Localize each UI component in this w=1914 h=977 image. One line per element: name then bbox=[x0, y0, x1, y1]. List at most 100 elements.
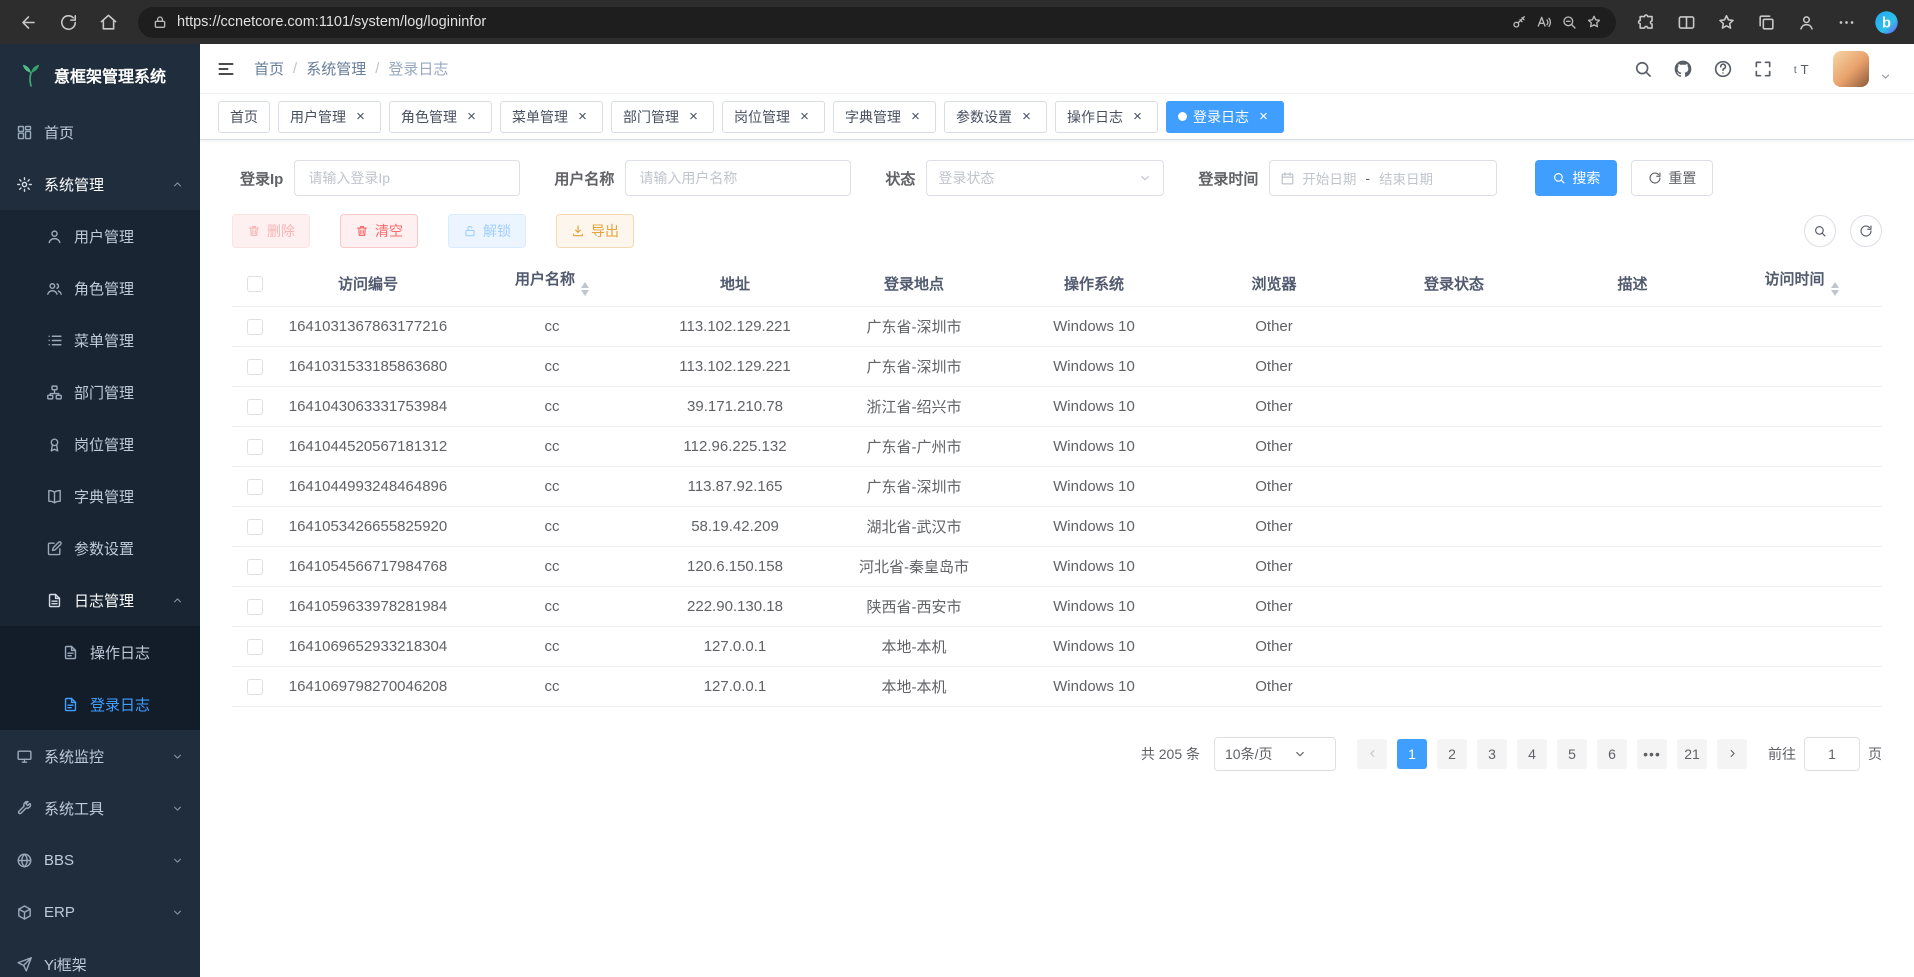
row-checkbox[interactable] bbox=[247, 319, 263, 335]
sidebar-item-operation-log[interactable]: 操作日志 bbox=[0, 626, 200, 678]
fullscreen-icon[interactable] bbox=[1753, 59, 1773, 79]
tab-item[interactable]: 字典管理× bbox=[833, 101, 936, 133]
row-checkbox[interactable] bbox=[247, 599, 263, 615]
sidebar-item-user-management[interactable]: 用户管理 bbox=[0, 210, 200, 262]
search-button[interactable]: 搜索 bbox=[1535, 160, 1617, 196]
zoom-out-icon[interactable] bbox=[1561, 14, 1577, 30]
github-icon[interactable] bbox=[1673, 59, 1693, 79]
row-checkbox[interactable] bbox=[247, 399, 263, 415]
delete-button[interactable]: 删除 bbox=[232, 214, 310, 248]
chevron-down-icon[interactable] bbox=[1879, 70, 1892, 83]
toggle-search-button[interactable] bbox=[1804, 215, 1836, 247]
browser-back-icon[interactable] bbox=[10, 5, 46, 39]
browser-refresh-icon[interactable] bbox=[50, 5, 86, 39]
status-filter-select[interactable]: 登录状态 bbox=[926, 160, 1164, 196]
user-avatar[interactable] bbox=[1833, 51, 1869, 87]
page-button[interactable]: 5 bbox=[1557, 739, 1587, 769]
row-checkbox[interactable] bbox=[247, 559, 263, 575]
close-tab-icon[interactable]: × bbox=[685, 108, 702, 125]
sidebar-item-system-management[interactable]: 系统管理 bbox=[0, 158, 200, 210]
page-size-select[interactable]: 10条/页 bbox=[1214, 737, 1336, 771]
row-checkbox[interactable] bbox=[247, 479, 263, 495]
page-button[interactable]: 1 bbox=[1397, 739, 1427, 769]
breadcrumb-item[interactable]: 系统管理 bbox=[306, 58, 366, 79]
page-button[interactable]: 2 bbox=[1437, 739, 1467, 769]
tab-item[interactable]: 登录日志× bbox=[1166, 101, 1284, 133]
row-checkbox[interactable] bbox=[247, 639, 263, 655]
close-tab-icon[interactable]: × bbox=[1018, 108, 1035, 125]
tab-item[interactable]: 菜单管理× bbox=[500, 101, 603, 133]
tab-item[interactable]: 操作日志× bbox=[1055, 101, 1158, 133]
clear-button[interactable]: 清空 bbox=[340, 214, 418, 248]
sidebar-item-bbs[interactable]: BBS bbox=[0, 834, 200, 886]
favorites-icon[interactable] bbox=[1708, 5, 1744, 39]
row-checkbox[interactable] bbox=[247, 359, 263, 375]
close-tab-icon[interactable]: × bbox=[463, 108, 480, 125]
password-key-icon[interactable] bbox=[1511, 14, 1527, 30]
breadcrumb-item[interactable]: 首页 bbox=[254, 58, 284, 79]
unlock-button[interactable]: 解锁 bbox=[448, 214, 526, 248]
sidebar-item-yi-framework[interactable]: Yi框架 bbox=[0, 938, 200, 977]
sidebar-item-log-management[interactable]: 日志管理 bbox=[0, 574, 200, 626]
sidebar-item-menu-management[interactable]: 菜单管理 bbox=[0, 314, 200, 366]
row-checkbox[interactable] bbox=[247, 679, 263, 695]
browser-menu-icon[interactable] bbox=[1828, 5, 1864, 39]
close-tab-icon[interactable]: × bbox=[796, 108, 813, 125]
sidebar-item-dict-management[interactable]: 字典管理 bbox=[0, 470, 200, 522]
sidebar-item-param-settings[interactable]: 参数设置 bbox=[0, 522, 200, 574]
page-button[interactable]: 4 bbox=[1517, 739, 1547, 769]
sidebar-item-dept-management[interactable]: 部门管理 bbox=[0, 366, 200, 418]
row-checkbox[interactable] bbox=[247, 519, 263, 535]
sidebar-item-role-management[interactable]: 角色管理 bbox=[0, 262, 200, 314]
add-favorite-icon[interactable] bbox=[1586, 14, 1602, 30]
browser-profile-icon[interactable] bbox=[1788, 5, 1824, 39]
tab-item[interactable]: 首页 bbox=[218, 101, 270, 133]
close-tab-icon[interactable]: × bbox=[1129, 108, 1146, 125]
tab-item[interactable]: 用户管理× bbox=[278, 101, 381, 133]
close-tab-icon[interactable]: × bbox=[907, 108, 924, 125]
prev-page-button[interactable] bbox=[1357, 739, 1387, 769]
export-button[interactable]: 导出 bbox=[556, 214, 634, 248]
refresh-table-button[interactable] bbox=[1850, 215, 1882, 247]
close-tab-icon[interactable]: × bbox=[1255, 108, 1272, 125]
sidebar-item-home[interactable]: 首页 bbox=[0, 106, 200, 158]
sort-caret[interactable] bbox=[1831, 278, 1839, 300]
sort-caret[interactable] bbox=[581, 278, 589, 300]
app-logo[interactable]: 意框架管理系统 bbox=[0, 44, 200, 106]
reset-button[interactable]: 重置 bbox=[1631, 160, 1713, 196]
tab-item[interactable]: 岗位管理× bbox=[722, 101, 825, 133]
search-icon[interactable] bbox=[1633, 59, 1653, 79]
close-tab-icon[interactable]: × bbox=[574, 108, 591, 125]
sidebar-item-system-monitor[interactable]: 系统监控 bbox=[0, 730, 200, 782]
collapse-sidebar-icon[interactable] bbox=[216, 59, 236, 79]
split-screen-icon[interactable] bbox=[1668, 5, 1704, 39]
collections-icon[interactable] bbox=[1748, 5, 1784, 39]
pager-ellipsis[interactable]: ••• bbox=[1637, 739, 1667, 769]
sidebar-item-login-log[interactable]: 登录日志 bbox=[0, 678, 200, 730]
username-filter-input[interactable] bbox=[625, 160, 851, 196]
help-icon[interactable] bbox=[1713, 59, 1733, 79]
copilot-icon[interactable]: b bbox=[1868, 5, 1904, 39]
browser-home-icon[interactable] bbox=[90, 5, 126, 39]
read-aloud-icon[interactable] bbox=[1536, 14, 1552, 30]
site-lock-icon[interactable] bbox=[152, 14, 168, 30]
next-page-button[interactable] bbox=[1717, 739, 1747, 769]
sidebar-item-system-tools[interactable]: 系统工具 bbox=[0, 782, 200, 834]
tab-item[interactable]: 部门管理× bbox=[611, 101, 714, 133]
ip-filter-input[interactable] bbox=[294, 160, 520, 196]
close-tab-icon[interactable]: × bbox=[352, 108, 369, 125]
page-button[interactable]: 3 bbox=[1477, 739, 1507, 769]
extensions-icon[interactable] bbox=[1628, 5, 1664, 39]
sidebar-item-post-management[interactable]: 岗位管理 bbox=[0, 418, 200, 470]
select-all-checkbox[interactable] bbox=[247, 276, 263, 292]
font-size-icon[interactable]: tT bbox=[1793, 59, 1813, 79]
page-button[interactable]: 21 bbox=[1677, 739, 1707, 769]
page-button[interactable]: 6 bbox=[1597, 739, 1627, 769]
tab-item[interactable]: 参数设置× bbox=[944, 101, 1047, 133]
row-checkbox[interactable] bbox=[247, 439, 263, 455]
login-time-range-picker[interactable]: 开始日期 - 结束日期 bbox=[1269, 160, 1497, 196]
sidebar-item-erp[interactable]: ERP bbox=[0, 886, 200, 938]
goto-page-input[interactable] bbox=[1804, 737, 1860, 771]
tab-item[interactable]: 角色管理× bbox=[389, 101, 492, 133]
address-bar[interactable]: https://ccnetcore.com:1101/system/log/lo… bbox=[138, 7, 1616, 38]
